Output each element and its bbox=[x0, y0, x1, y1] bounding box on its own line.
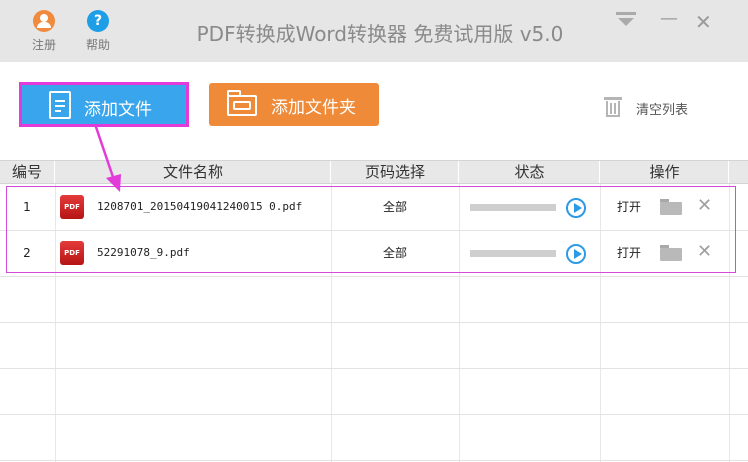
annotation-arrow bbox=[93, 123, 121, 192]
